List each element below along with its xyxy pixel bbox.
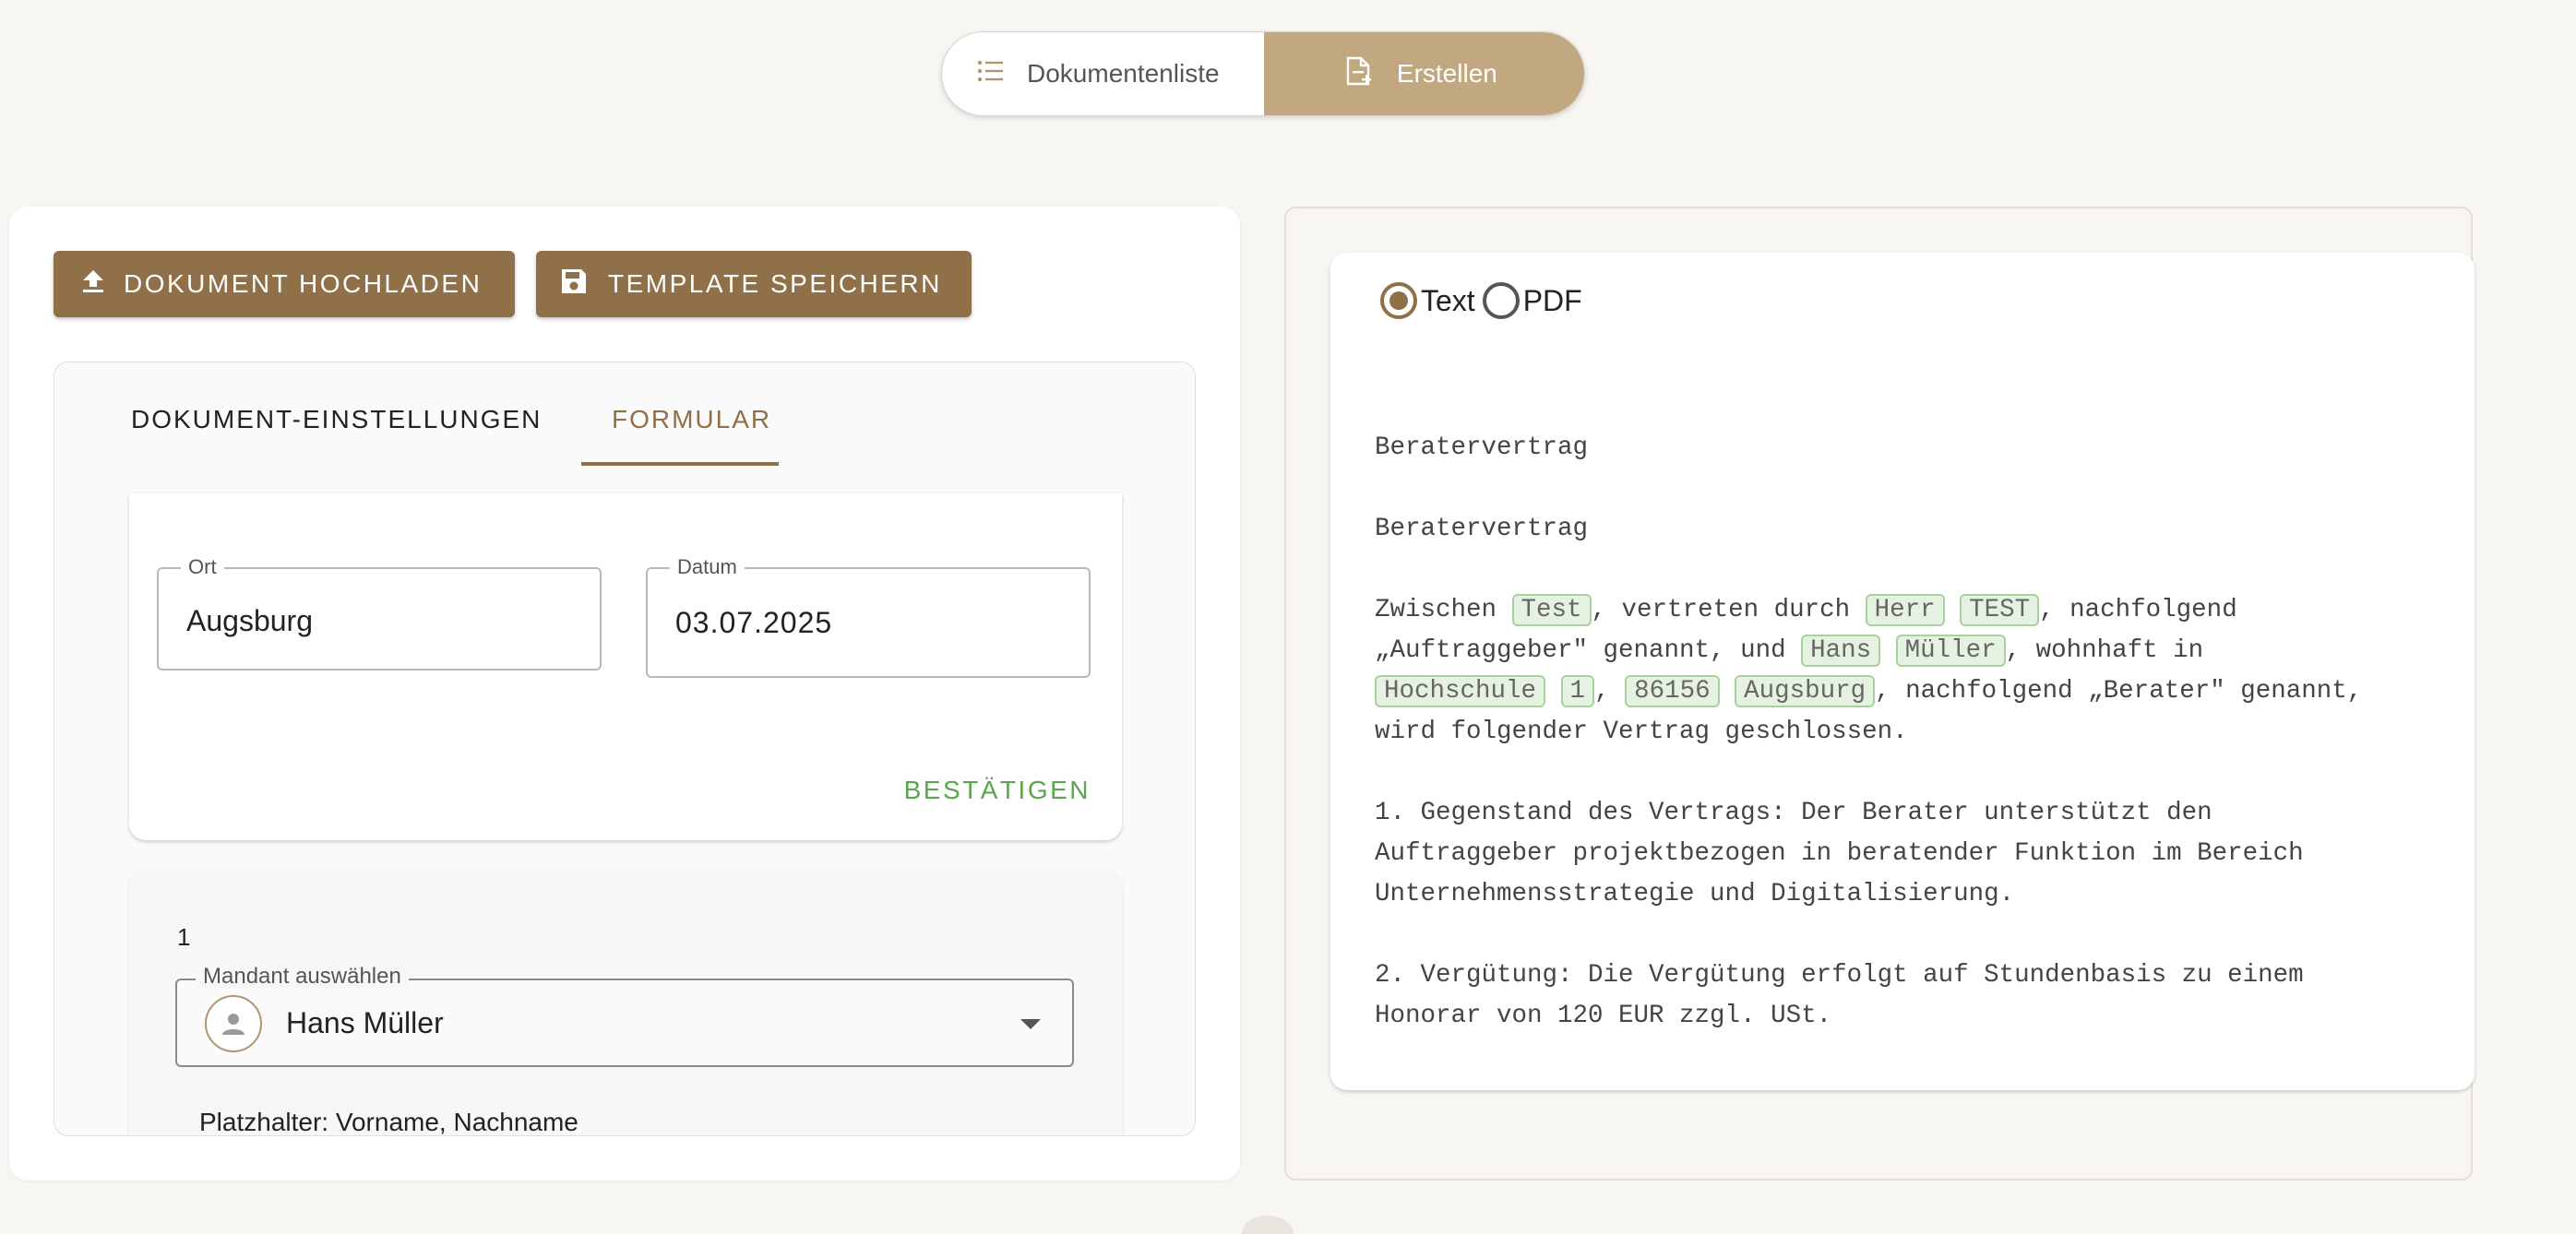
pdf-radio[interactable] <box>1482 282 1520 319</box>
save-template-button[interactable]: TEMPLATE SPEICHERN <box>536 251 972 317</box>
mandant-select[interactable]: Mandant auswählen Hans Müller <box>175 966 1074 1067</box>
doc-heading: Beratervertrag <box>1375 515 1589 543</box>
ort-field-label: Ort <box>181 556 224 578</box>
placeholder-chip: Hochschule <box>1375 675 1546 707</box>
save-icon <box>560 267 588 302</box>
datum-field-value: 03.07.2025 <box>675 606 833 639</box>
placeholder-chip: Augsburg <box>1735 675 1876 707</box>
save-template-label: TEMPLATE SPEICHERN <box>608 269 942 298</box>
placeholder-chip: 86156 <box>1625 675 1720 707</box>
mandant-index: 1 <box>177 923 191 951</box>
settings-tab-card: DOKUMENT-EINSTELLUNGEN FORMULAR Ort Augs… <box>54 362 1196 1136</box>
format-radio-group: Text PDF <box>1380 279 1590 323</box>
placeholder-chip: TEST <box>1960 594 2040 626</box>
scroll-handle[interactable] <box>1242 1216 1294 1234</box>
active-tab-indicator <box>581 462 779 466</box>
mandant-select-label: Mandant auswählen <box>196 966 409 988</box>
placeholder-chip: Test <box>1511 594 1592 626</box>
tab-form[interactable]: FORMULAR <box>612 405 771 434</box>
create-label: Erstellen <box>1396 59 1497 88</box>
upload-document-button[interactable]: DOKUMENT HOCHLADEN <box>54 251 515 317</box>
document-list-label: Dokumentenliste <box>1027 59 1220 88</box>
location-date-card: Ort Augsburg Datum 03.07.2025 BESTÄTIGEN <box>129 493 1122 840</box>
doc-text-segment: , wohnhaft in <box>2005 636 2204 665</box>
tab-bar: DOKUMENT-EINSTELLUNGEN FORMULAR <box>54 362 1195 468</box>
datum-field-label: Datum <box>670 556 745 578</box>
upload-icon <box>81 268 105 301</box>
document-preview-text: Beratervertrag Beratervertrag Zwischen T… <box>1375 428 2445 1037</box>
placeholder-chip: Herr <box>1865 594 1945 626</box>
person-icon <box>205 995 262 1052</box>
ort-field[interactable]: Ort Augsburg <box>157 556 602 670</box>
file-plus-icon <box>1345 56 1373 92</box>
doc-text-segment: , <box>1594 677 1626 706</box>
caret-down-icon[interactable] <box>1020 1019 1041 1029</box>
doc-text-segment: Zwischen <box>1375 596 1512 624</box>
upload-document-label: DOKUMENT HOCHLADEN <box>124 269 483 298</box>
create-button[interactable]: Erstellen <box>1263 32 1584 115</box>
datum-field[interactable]: Datum 03.07.2025 <box>646 556 1091 678</box>
ort-field-value: Augsburg <box>186 604 313 637</box>
placeholder-chip: Hans <box>1801 635 1881 667</box>
mandant-select-value: Hans Müller <box>286 1006 444 1039</box>
view-toggle: Dokumentenliste Erstellen <box>941 31 1585 116</box>
doc-text-segment: , vertreten durch <box>1591 596 1866 624</box>
preview-panel: Text PDF Beratervertrag Beratervertrag Z… <box>1284 207 2475 1181</box>
placeholder-heading: Platzhalter: Vorname, Nachname <box>199 1108 578 1136</box>
confirm-button[interactable]: BESTÄTIGEN <box>904 776 1091 805</box>
doc-heading: Beratervertrag <box>1375 433 1589 462</box>
doc-section: 2. Vergütung: Die Vergütung erfolgt auf … <box>1375 961 2304 1030</box>
tab-document-settings[interactable]: DOKUMENT-EINSTELLUNGEN <box>131 405 542 434</box>
document-list-button[interactable]: Dokumentenliste <box>942 32 1264 115</box>
placeholder-chip: Müller <box>1895 635 2006 667</box>
doc-section: 1. Gegenstand des Vertrags: Der Berater … <box>1375 799 2304 908</box>
mandant-card: 1 Mandant auswählen Hans Müller Platzhal… <box>129 872 1122 1136</box>
pdf-radio-label[interactable]: PDF <box>1523 284 1582 318</box>
preview-card: Text PDF Beratervertrag Beratervertrag Z… <box>1330 253 2475 1090</box>
editor-panel: DOKUMENT HOCHLADEN TEMPLATE SPEICHERN DO… <box>9 207 1240 1181</box>
list-icon <box>977 59 1003 89</box>
text-radio-label[interactable]: Text <box>1421 284 1475 318</box>
placeholder-chip: 1 <box>1560 675 1595 707</box>
text-radio[interactable] <box>1380 282 1417 319</box>
